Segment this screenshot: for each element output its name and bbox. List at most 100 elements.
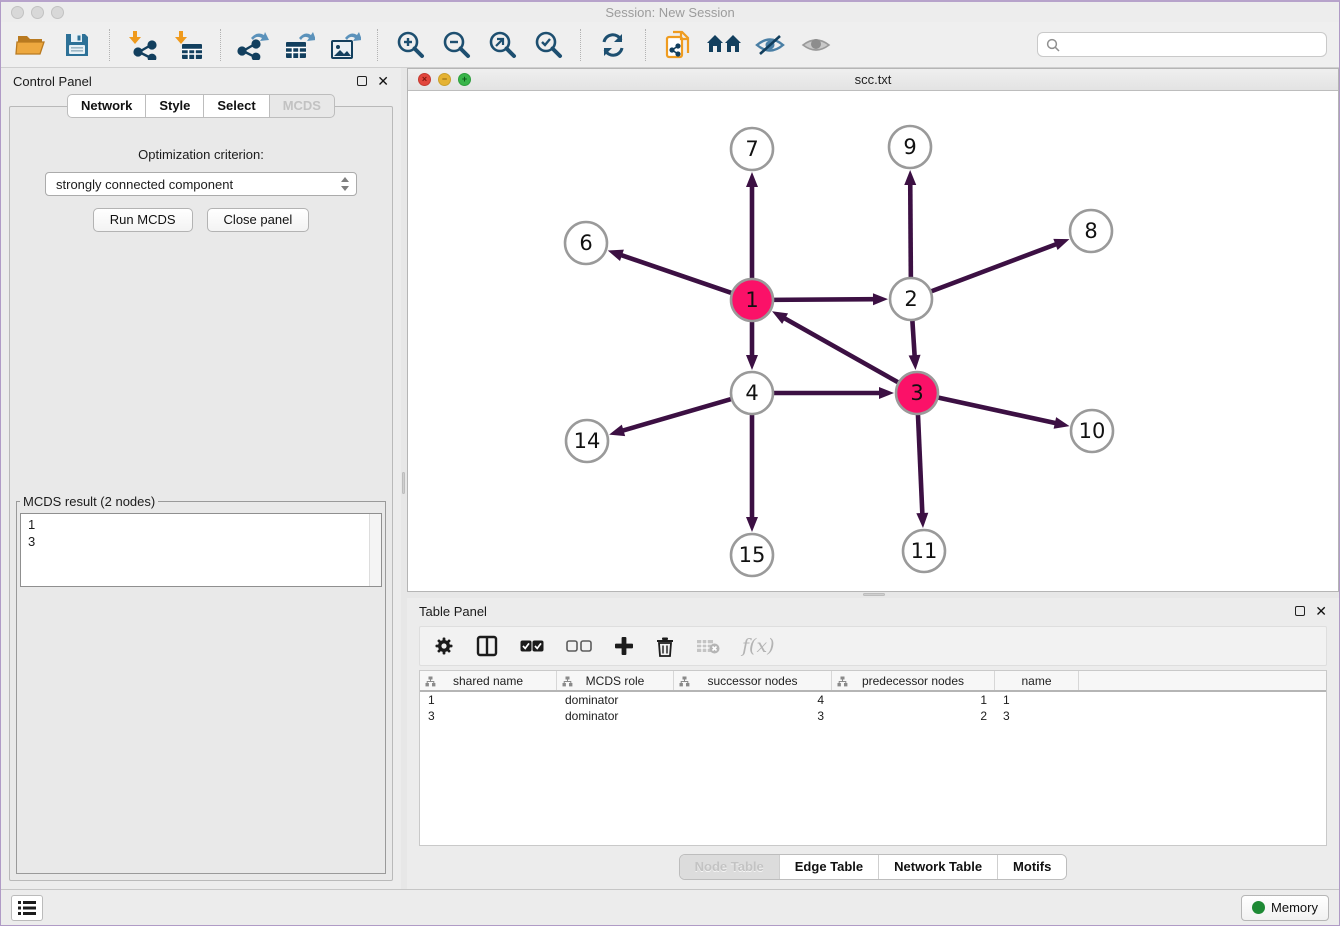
network-window-controls: × − + — [418, 73, 471, 86]
column-header-label: name — [1021, 674, 1051, 688]
table-row[interactable]: 1dominator411 — [420, 692, 1326, 708]
os-close-button[interactable] — [11, 6, 24, 19]
graph-edge-arrowhead — [1053, 239, 1069, 250]
column-namespace-icon — [562, 676, 573, 687]
tab-edge-table[interactable]: Edge Table — [779, 855, 878, 879]
network-canvas[interactable]: 7968124314101511 — [408, 91, 1338, 591]
add-entry-button[interactable] — [614, 636, 634, 656]
graph-node-label-14: 14 — [574, 429, 601, 453]
graph-node-label-3: 3 — [910, 381, 923, 405]
graph-node-label-1: 1 — [745, 288, 758, 312]
cell-predecessor-nodes[interactable]: 2 — [832, 709, 995, 723]
main-area: Control Panel ✕ NetworkStyleSelectMCDS O… — [1, 68, 1339, 889]
close-panel-button[interactable]: Close panel — [207, 208, 310, 232]
trash-icon — [656, 636, 674, 657]
tab-node-table[interactable]: Node Table — [680, 855, 779, 879]
memory-button[interactable]: Memory — [1241, 895, 1329, 921]
export-table-icon — [283, 30, 315, 60]
column-header-shared-name[interactable]: shared name — [420, 671, 557, 690]
table-panel-close-icon[interactable]: ✕ — [1315, 606, 1327, 616]
export-table-button[interactable] — [281, 28, 317, 62]
control-panel-float-icon[interactable] — [357, 76, 367, 86]
horizontal-splitter-handle[interactable] — [863, 593, 885, 596]
cell-shared-name[interactable]: 1 — [420, 693, 557, 707]
cell-name[interactable]: 1 — [995, 693, 1079, 707]
cell-successor-nodes[interactable]: 4 — [674, 693, 832, 707]
first-neighbors-button[interactable] — [706, 28, 742, 62]
table-panel-float-icon[interactable] — [1295, 606, 1305, 616]
column-header-name[interactable]: name — [995, 671, 1079, 690]
cell-MCDS-role[interactable]: dominator — [557, 709, 674, 723]
control-panel-title: Control Panel — [13, 74, 92, 89]
vertical-splitter-handle[interactable] — [402, 472, 405, 494]
os-zoom-button[interactable] — [51, 6, 64, 19]
import-network-button[interactable] — [124, 28, 160, 62]
vertical-splitter[interactable] — [401, 68, 407, 889]
zoom-out-button[interactable] — [438, 28, 474, 62]
delete-table-button[interactable] — [696, 638, 720, 654]
zoom-in-button[interactable] — [392, 28, 428, 62]
column-header-MCDS-role[interactable]: MCDS role — [557, 671, 674, 690]
clear-selection-button[interactable] — [566, 640, 592, 652]
graph-node-label-15: 15 — [739, 543, 766, 567]
open-session-button[interactable] — [13, 28, 49, 62]
zoom-selected-button[interactable] — [530, 28, 566, 62]
search-input[interactable] — [1065, 37, 1318, 52]
network-close-button[interactable]: × — [418, 73, 431, 86]
cell-name[interactable]: 3 — [995, 709, 1079, 723]
refresh-view-button[interactable] — [595, 28, 631, 62]
network-maximize-button[interactable]: + — [458, 73, 471, 86]
cell-predecessor-nodes[interactable]: 1 — [832, 693, 995, 707]
column-header-predecessor-nodes[interactable]: predecessor nodes — [832, 671, 995, 690]
result-scrollbar[interactable] — [369, 514, 381, 586]
apply-function-button[interactable]: f(x) — [742, 635, 775, 657]
delete-entry-button[interactable] — [656, 636, 674, 657]
select-all-button[interactable] — [520, 640, 544, 652]
tab-style[interactable]: Style — [146, 94, 204, 118]
table-settings-button[interactable] — [434, 636, 454, 656]
tab-network[interactable]: Network — [67, 94, 146, 118]
optimization-criterion-select[interactable]: strongly connected component — [45, 172, 357, 196]
zoom-fit-button[interactable] — [484, 28, 520, 62]
network-graph[interactable]: 7968124314101511 — [408, 91, 1340, 591]
run-mcds-button[interactable]: Run MCDS — [93, 208, 193, 232]
tab-select[interactable]: Select — [204, 94, 269, 118]
mcds-result-text[interactable]: 1 3 — [20, 513, 382, 587]
graph-edge-1-2[interactable] — [771, 299, 875, 300]
column-settings-button[interactable] — [476, 635, 498, 657]
table-row[interactable]: 3dominator323 — [420, 708, 1326, 724]
show-all-button[interactable] — [798, 28, 834, 62]
graph-edge-4-14[interactable] — [622, 398, 734, 431]
cell-shared-name[interactable]: 3 — [420, 709, 557, 723]
save-session-button[interactable] — [59, 28, 95, 62]
export-image-button[interactable] — [327, 28, 363, 62]
open-folder-icon — [15, 32, 47, 58]
control-panel-close-icon[interactable]: ✕ — [377, 76, 389, 86]
graph-edge-3-10[interactable] — [936, 397, 1057, 423]
tab-network-table[interactable]: Network Table — [878, 855, 997, 879]
cell-MCDS-role[interactable]: dominator — [557, 693, 674, 707]
control-panel-header: Control Panel ✕ — [1, 68, 401, 94]
task-history-button[interactable] — [11, 895, 43, 921]
graph-edge-3-11[interactable] — [918, 412, 923, 515]
export-network-button[interactable] — [235, 28, 271, 62]
new-network-from-selection-button[interactable] — [660, 28, 696, 62]
cell-successor-nodes[interactable]: 3 — [674, 709, 832, 723]
column-header-successor-nodes[interactable]: successor nodes — [674, 671, 832, 690]
os-minimize-button[interactable] — [31, 6, 44, 19]
tab-mcds[interactable]: MCDS — [270, 94, 335, 118]
network-minimize-button[interactable]: − — [438, 73, 451, 86]
hide-selected-button[interactable] — [752, 28, 788, 62]
column-header-filler — [1079, 671, 1326, 690]
import-table-button[interactable] — [170, 28, 206, 62]
graph-edge-1-6[interactable] — [620, 255, 734, 294]
global-search-field[interactable] — [1037, 32, 1327, 57]
graph-edge-3-1[interactable] — [783, 318, 900, 384]
horizontal-splitter[interactable] — [407, 592, 1339, 598]
graph-edge-2-3[interactable] — [912, 318, 914, 357]
dropdown-stepper-icon — [340, 176, 350, 192]
graph-edge-2-8[interactable] — [929, 244, 1058, 293]
tab-motifs[interactable]: Motifs — [997, 855, 1066, 879]
gear-icon — [434, 636, 454, 656]
graph-edge-2-9[interactable] — [910, 183, 911, 280]
